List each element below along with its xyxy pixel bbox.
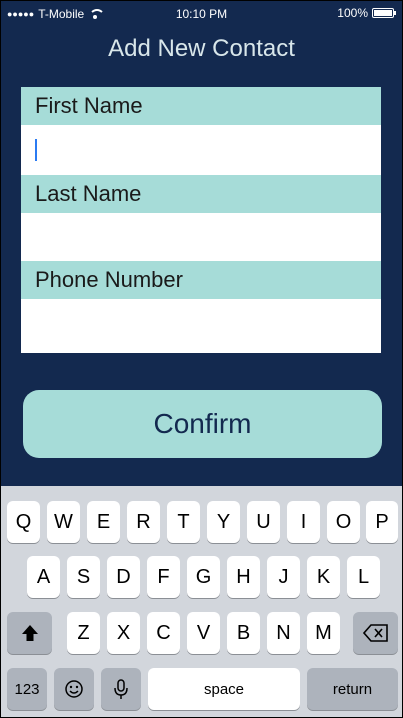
delete-icon [362,624,388,642]
key-t[interactable]: T [167,501,200,543]
return-key[interactable]: return [307,668,398,710]
key-e[interactable]: E [87,501,120,543]
key-d[interactable]: D [107,556,140,598]
emoji-icon [65,680,83,698]
space-key[interactable]: space [148,668,300,710]
first-name-field[interactable] [21,125,381,175]
key-u[interactable]: U [247,501,280,543]
key-z[interactable]: Z [67,612,100,654]
key-x[interactable]: X [107,612,140,654]
last-name-label: Last Name [21,175,381,213]
key-k[interactable]: K [307,556,340,598]
microphone-icon [114,679,128,699]
contact-form: First Name Last Name Phone Number [21,87,381,353]
key-m[interactable]: M [307,612,340,654]
battery-percent: 100% [337,6,368,20]
key-q[interactable]: Q [7,501,40,543]
key-f[interactable]: F [147,556,180,598]
battery: 100% [337,6,396,20]
key-b[interactable]: B [227,612,260,654]
emoji-key[interactable] [54,668,94,710]
key-v[interactable]: V [187,612,220,654]
key-i[interactable]: I [287,501,320,543]
key-l[interactable]: L [347,556,380,598]
confirm-button[interactable]: Confirm [23,390,382,458]
key-n[interactable]: N [267,612,300,654]
key-r[interactable]: R [127,501,160,543]
delete-key[interactable] [353,612,398,654]
key-c[interactable]: C [147,612,180,654]
page-title: Add New Contact [108,35,295,62]
first-name-label: First Name [21,87,381,125]
key-y[interactable]: Y [207,501,240,543]
key-p[interactable]: P [366,501,398,543]
shift-icon [21,625,38,641]
microphone-key[interactable] [101,668,141,710]
phone-number-field[interactable] [21,299,381,353]
key-o[interactable]: O [327,501,360,543]
phone-number-label: Phone Number [21,261,381,299]
key-j[interactable]: J [267,556,300,598]
key-w[interactable]: W [47,501,80,543]
keyboard: Q W E R T Y U I O P A S D F G H J K L Z … [1,486,402,717]
battery-icon [372,8,396,18]
phone-screen: ●●●●● T-Mobile 10:10 PM 100% Add New Con… [0,0,403,718]
shift-key[interactable] [7,612,52,654]
key-h[interactable]: H [227,556,260,598]
numbers-key[interactable]: 123 [7,668,47,710]
key-s[interactable]: S [67,556,100,598]
key-a[interactable]: A [27,556,60,598]
key-g[interactable]: G [187,556,220,598]
status-bar: ●●●●● T-Mobile 10:10 PM 100% [1,1,402,27]
text-cursor [35,139,37,161]
last-name-field[interactable] [21,213,381,263]
